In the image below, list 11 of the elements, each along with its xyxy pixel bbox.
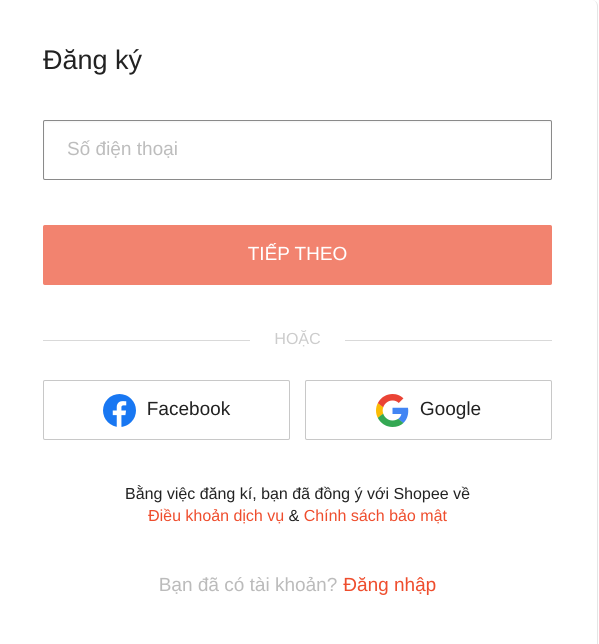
facebook-icon xyxy=(102,394,136,426)
phone-input-field[interactable]: Số điện thoại xyxy=(43,120,552,180)
terms-text: Bằng việc đăng kí, bạn đã đồng ý với Shopee về Điều khoản dịch vụ & Chính sách bảo mật xyxy=(124,484,471,527)
login-link[interactable]: Đăng nhập xyxy=(343,575,436,596)
form-title: Đăng ký xyxy=(43,44,144,77)
privacy-link[interactable]: Chính sách bảo mật xyxy=(304,508,447,525)
terms-link[interactable]: Điều khoản dịch vụ xyxy=(148,508,284,525)
facebook-button[interactable]: Facebook xyxy=(43,380,290,440)
login-prompt: Bạn đã có tài khoản? xyxy=(158,575,338,596)
google-icon xyxy=(376,394,409,426)
google-button[interactable]: Google xyxy=(305,380,552,440)
